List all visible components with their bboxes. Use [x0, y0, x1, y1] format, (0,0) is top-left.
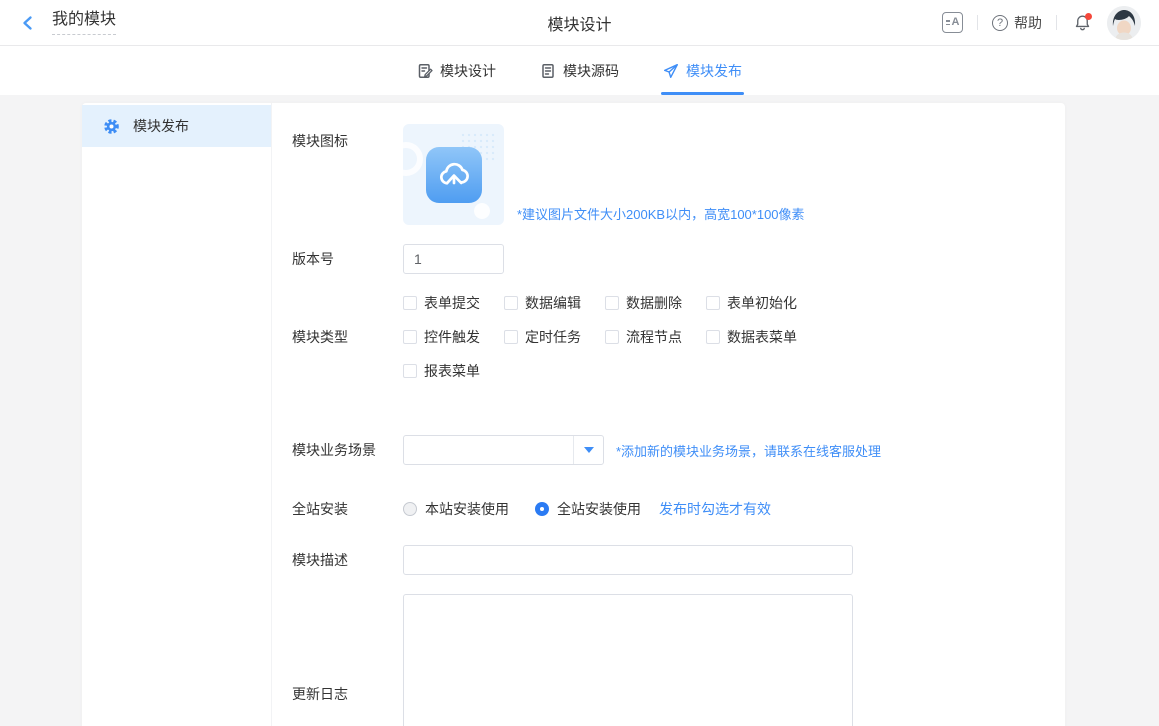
checkbox-icon	[706, 296, 720, 310]
radio-label: 本站安装使用	[425, 499, 509, 519]
checkbox-icon	[504, 296, 518, 310]
checkbox-option[interactable]: 表单初始化	[706, 293, 807, 313]
checkbox-option[interactable]: 流程节点	[605, 327, 706, 347]
radio-local-install[interactable]: 本站安装使用	[403, 499, 509, 519]
chevron-left-icon	[20, 15, 36, 31]
form-design-icon	[417, 63, 433, 79]
publish-form: 模块图标 *建议图片文件大	[272, 103, 1065, 726]
tab-module-publish[interactable]: 模块发布	[661, 46, 744, 95]
checkbox-label: 流程节点	[626, 327, 682, 347]
field-module-icon: 模块图标 *建议图片文件大	[292, 124, 1065, 225]
field-label: 模块类型	[292, 327, 403, 347]
scene-hint: *添加新的模块业务场景，请联系在线客服处理	[616, 441, 881, 460]
changelog-textarea[interactable]	[403, 594, 853, 726]
select-arrow-zone	[573, 436, 603, 464]
icon-size-hint: *建议图片文件大小200KB以内，高宽100*100像素	[517, 204, 805, 223]
business-scene-select[interactable]	[403, 435, 604, 465]
checkbox-icon	[403, 296, 417, 310]
checkbox-icon	[504, 330, 518, 344]
main-content: 模块发布 模块图标	[0, 95, 1159, 726]
field-label: 全站安装	[292, 499, 403, 519]
field-label: 模块描述	[292, 550, 403, 570]
checkbox-option[interactable]: 报表菜单	[403, 361, 504, 381]
language-icon-lines	[946, 20, 950, 25]
avatar-image	[1107, 6, 1141, 40]
checkbox-option[interactable]: 数据删除	[605, 293, 706, 313]
radio-icon-selected	[535, 502, 549, 516]
checkbox-icon	[403, 364, 417, 378]
divider	[977, 15, 978, 30]
gear-icon	[103, 118, 120, 135]
field-label: 模块业务场景	[292, 440, 403, 460]
field-label: 版本号	[292, 249, 403, 269]
select-value	[404, 436, 573, 464]
module-icon-tile	[426, 147, 482, 203]
checkbox-label: 数据编辑	[525, 293, 581, 313]
checkbox-option[interactable]: 数据表菜单	[706, 327, 807, 347]
user-avatar[interactable]	[1107, 6, 1141, 40]
unread-badge	[1085, 13, 1092, 20]
language-icon-letter: A	[952, 17, 960, 28]
cloud-upload-icon	[436, 157, 472, 193]
checkbox-option[interactable]: 定时任务	[504, 327, 605, 347]
tab-module-source[interactable]: 模块源码	[538, 46, 621, 95]
decor-circle	[474, 203, 490, 219]
field-changelog: 更新日志	[292, 594, 1065, 726]
chevron-down-icon	[584, 447, 594, 453]
tab-label: 模块源码	[563, 61, 619, 81]
field-description: 模块描述	[292, 545, 1065, 575]
divider	[1056, 15, 1057, 30]
field-label: 模块图标	[292, 124, 403, 151]
checkbox-label: 控件触发	[424, 327, 480, 347]
checkbox-label: 数据表菜单	[727, 327, 797, 347]
sidebar: 模块发布	[82, 103, 272, 726]
sidebar-item-module-publish[interactable]: 模块发布	[82, 105, 271, 147]
page-title: 模块设计	[547, 11, 611, 35]
checkbox-label: 定时任务	[525, 327, 581, 347]
field-label: 更新日志	[292, 684, 403, 704]
radio-icon	[403, 502, 417, 516]
checkbox-icon	[605, 330, 619, 344]
sidebar-item-label: 模块发布	[133, 116, 189, 136]
tab-module-design[interactable]: 模块设计	[415, 46, 498, 95]
field-business-scene: 模块业务场景 *添加新的模块业务场景，请联系在线客服处理	[292, 435, 1065, 465]
install-effective-link[interactable]: 发布时勾选才有效	[659, 499, 771, 519]
help-button[interactable]: ? 帮助	[992, 13, 1042, 33]
publish-icon	[663, 63, 679, 79]
checkbox-label: 数据删除	[626, 293, 682, 313]
field-install-scope: 全站安装 本站安装使用 全站安装使用 发布时勾选才有效	[292, 499, 1065, 519]
decor-circle	[403, 142, 423, 176]
question-icon: ?	[992, 15, 1008, 31]
back-button[interactable]	[18, 13, 38, 33]
tab-label: 模块设计	[440, 61, 496, 81]
module-type-options: 表单提交 数据编辑 数据删除 表单初始化 控件触发 定时任务 流程节点 数据表菜…	[403, 293, 807, 381]
module-icon-upload[interactable]	[403, 124, 504, 225]
version-input[interactable]	[403, 244, 504, 274]
checkbox-label: 表单提交	[424, 293, 480, 313]
radio-sitewide-install[interactable]: 全站安装使用	[535, 499, 641, 519]
field-version: 版本号	[292, 244, 1065, 274]
checkbox-label: 表单初始化	[727, 293, 797, 313]
module-name-breadcrumb[interactable]: 我的模块	[52, 10, 116, 35]
help-label: 帮助	[1014, 13, 1042, 33]
checkbox-option[interactable]: 控件触发	[403, 327, 504, 347]
checkbox-icon	[706, 330, 720, 344]
checkbox-option[interactable]: 数据编辑	[504, 293, 605, 313]
tab-label: 模块发布	[686, 61, 742, 81]
notification-bell-button[interactable]	[1071, 12, 1093, 34]
field-module-type: 模块类型 表单提交 数据编辑 数据删除 表单初始化 控件触发 定时任务 流程节点…	[292, 293, 1065, 381]
tab-bar: 模块设计 模块源码 模块发布	[0, 46, 1159, 95]
checkbox-option[interactable]: 表单提交	[403, 293, 504, 313]
source-code-icon	[540, 63, 556, 79]
content-card: 模块发布 模块图标	[82, 103, 1065, 726]
checkbox-label: 报表菜单	[424, 361, 480, 381]
language-icon[interactable]: A	[942, 12, 963, 33]
description-input[interactable]	[403, 545, 853, 575]
radio-label: 全站安装使用	[557, 499, 641, 519]
checkbox-icon	[403, 330, 417, 344]
checkbox-icon	[605, 296, 619, 310]
top-bar: 我的模块 模块设计 A ? 帮助	[0, 0, 1159, 46]
